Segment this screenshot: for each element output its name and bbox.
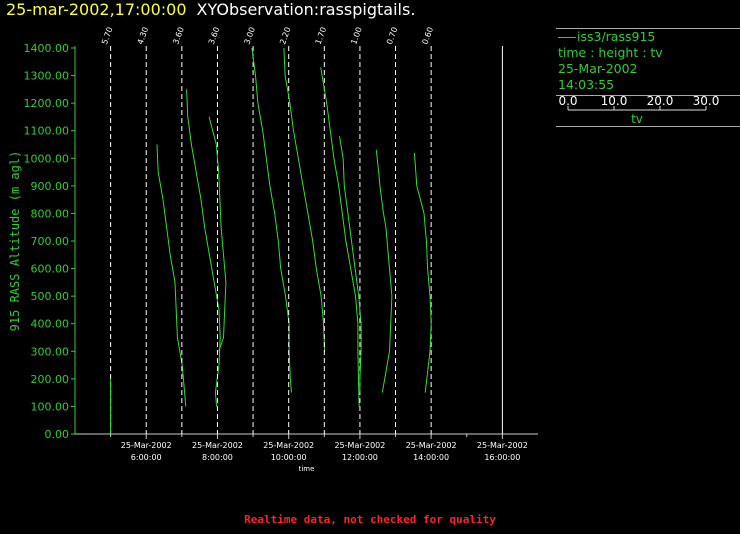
profile-offset-label: 0.60 — [421, 26, 436, 46]
x-tick-time: 12:00:00 — [342, 453, 378, 462]
legend-fields: time : height : tv — [558, 45, 663, 60]
x-tick-time: 14:00:00 — [413, 453, 449, 462]
x-tick-date: 25-Mar-2002 — [192, 441, 243, 450]
x-tick-time: 10:00:00 — [271, 453, 307, 462]
y-tick-label: 900.00 — [31, 180, 70, 193]
x-tick-time: 16:00:00 — [484, 453, 520, 462]
x-tick-time: 8:00:00 — [202, 453, 233, 462]
legend-bottom-rule — [556, 126, 740, 127]
profile-trace — [283, 47, 326, 352]
y-tick-label: 500.00 — [31, 290, 70, 303]
profile-trace — [413, 152, 432, 393]
x-tick-date: 25-Mar-2002 — [263, 441, 314, 450]
legend-scale-label: tv — [631, 112, 643, 126]
legend-series: iss3/rass915 — [558, 29, 740, 45]
y-axis-label: 915 RASS Altitude (m agl) — [8, 151, 22, 332]
profile-trace — [375, 149, 393, 393]
profile-offset-label: 5.70 — [100, 26, 115, 46]
legend-date: 25-Mar-2002 — [558, 61, 638, 76]
profile-offset-label: 3.60 — [207, 26, 222, 46]
y-tick-label: 1200.00 — [24, 97, 70, 110]
profile-offset-label: 2.20 — [278, 26, 293, 46]
profile-offset-label: 1.70 — [314, 26, 329, 46]
legend-scale-tick-label: 20.0 — [647, 96, 674, 108]
y-tick-label: 100.00 — [31, 400, 70, 413]
legend-scale-tick-label: 0.0 — [558, 96, 577, 108]
y-tick-label: 600.00 — [31, 263, 70, 276]
y-tick-label: 300.00 — [31, 345, 70, 358]
x-tick-date: 25-Mar-2002 — [121, 441, 172, 450]
profile-trace — [320, 67, 360, 407]
legend-scale-tick-label: 30.0 — [693, 96, 720, 108]
quality-footer: Realtime data, not checked for quality — [244, 513, 496, 526]
x-tick-time: 6:00:00 — [131, 453, 162, 462]
profile-offset-label: 1.00 — [349, 26, 364, 46]
x-axis-label: time — [299, 465, 315, 473]
x-tick-date: 25-Mar-2002 — [477, 441, 528, 450]
series-swatch-icon — [558, 37, 576, 38]
y-tick-label: 800.00 — [31, 207, 70, 220]
y-tick-label: 1300.00 — [24, 70, 70, 83]
profile-offset-label: 3.60 — [171, 26, 186, 46]
y-tick-label: 200.00 — [31, 373, 70, 386]
profile-trace — [186, 89, 221, 407]
profile-offset-label: 4.30 — [136, 26, 151, 46]
profile-offset-label: 3.00 — [242, 26, 257, 46]
profile-offset-label: 0.70 — [385, 26, 400, 46]
profile-trace — [251, 47, 292, 393]
y-tick-label: 1400.00 — [24, 42, 70, 55]
legend: iss3/rass915 time : height : tv 25-Mar-2… — [556, 28, 740, 127]
legend-scale-tick-label: 10.0 — [601, 96, 628, 108]
x-tick-date: 25-Mar-2002 — [334, 441, 385, 450]
x-tick-date: 25-Mar-2002 — [406, 441, 457, 450]
y-tick-label: 1100.00 — [24, 125, 70, 138]
y-tick-label: 1000.00 — [24, 152, 70, 165]
y-tick-label: 0.00 — [45, 428, 70, 441]
y-tick-label: 700.00 — [31, 235, 70, 248]
legend-time: 14:03:55 — [558, 77, 615, 92]
legend-series-name: iss3/rass915 — [577, 29, 656, 44]
y-tick-label: 400.00 — [31, 318, 70, 331]
legend-scale: 0.0 10.0 20.0 30.0 tv — [558, 96, 720, 126]
